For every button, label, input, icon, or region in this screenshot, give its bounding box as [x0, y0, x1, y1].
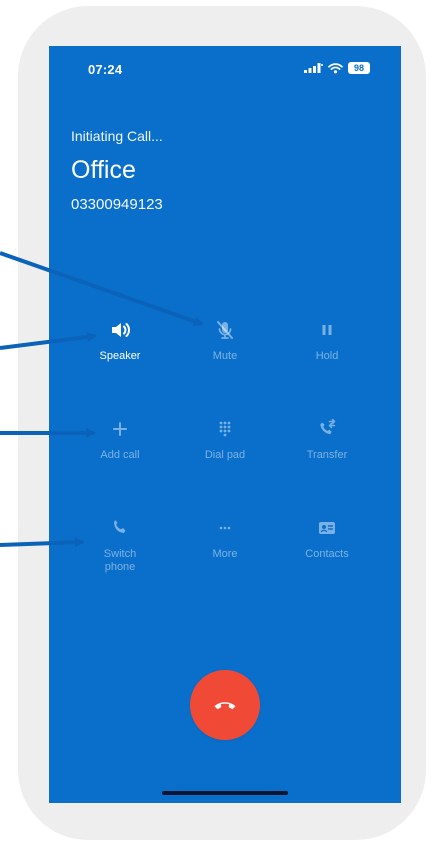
transfer-button[interactable]: Transfer	[286, 417, 368, 462]
hold-label: Hold	[315, 350, 339, 362]
contacts-button[interactable]: Contacts	[286, 516, 368, 561]
moon-icon	[128, 64, 135, 75]
phone-number: 03300949123	[71, 196, 163, 213]
contacts-label: Contacts	[305, 548, 349, 560]
status-indicators: 98	[304, 62, 370, 74]
wifi-icon	[328, 62, 343, 73]
more-label: More	[212, 548, 238, 560]
battery-icon: 98	[348, 62, 370, 74]
mic-off-icon	[217, 321, 233, 339]
plus-icon	[113, 422, 127, 436]
status-time-group: 07:24	[88, 62, 136, 77]
mute-button[interactable]: Mute	[184, 318, 266, 363]
switch-phone-label: Switch phone	[103, 548, 137, 573]
mute-label: Mute	[212, 350, 238, 362]
end-call-button[interactable]	[190, 670, 260, 740]
hold-button[interactable]: Hold	[286, 318, 368, 363]
battery-level: 98	[353, 63, 364, 73]
call-header: Initiating Call... Office 03300949123	[71, 128, 163, 214]
contact-card-icon	[319, 522, 335, 534]
cellular-signal-icon	[304, 63, 323, 73]
end-call-icon	[214, 702, 236, 710]
switch-phone-button[interactable]: Switch phone	[79, 516, 161, 574]
call-status-text: Initiating Call...	[71, 128, 163, 144]
add-call-label: Add call	[100, 449, 140, 461]
speaker-button[interactable]: Speaker	[79, 318, 161, 363]
phone-screen: 07:24 98 Initiating Call... Office 03300…	[49, 46, 401, 803]
tutorial-image: 07:24 98 Initiating Call... Office 03300…	[0, 0, 444, 846]
dial-pad-button[interactable]: Dial pad	[184, 417, 266, 462]
home-indicator	[162, 791, 288, 795]
transfer-call-icon	[320, 418, 336, 435]
speaker-label: Speaker	[99, 350, 141, 362]
status-time: 07:24	[88, 62, 123, 77]
more-button[interactable]: More	[184, 516, 266, 561]
add-call-button[interactable]: Add call	[79, 417, 161, 462]
speaker-icon	[112, 323, 131, 337]
more-icon	[219, 526, 231, 530]
dial-pad-label: Dial pad	[204, 449, 246, 461]
status-bar: 07:24 98	[49, 46, 401, 90]
contact-name: Office	[71, 156, 136, 184]
dialpad-icon	[219, 421, 231, 437]
phone-icon	[114, 520, 126, 533]
transfer-label: Transfer	[306, 449, 348, 461]
pause-icon	[322, 325, 332, 335]
